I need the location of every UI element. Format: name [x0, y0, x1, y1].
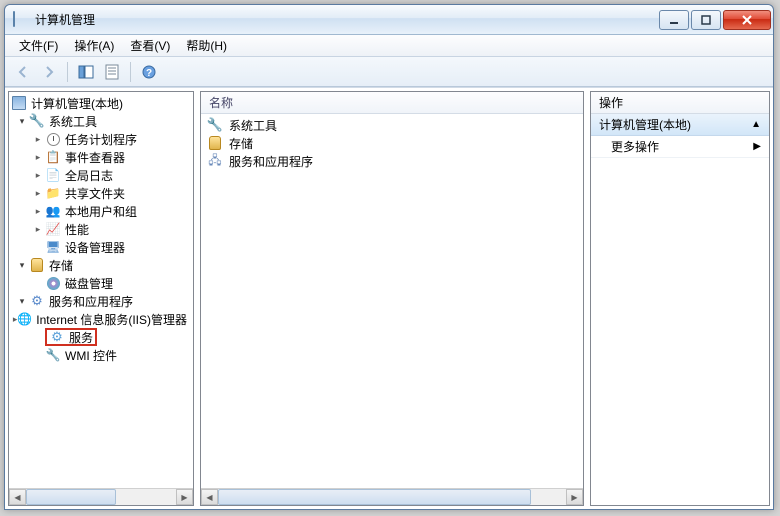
actions-more[interactable]: 更多操作 ▶ [591, 136, 769, 158]
toolbar-separator [67, 62, 68, 82]
scroll-left-arrow[interactable]: ◀ [201, 489, 218, 505]
tree-shared-label: 共享文件夹 [65, 185, 125, 202]
menubar: 文件(F) 操作(A) 查看(V) 帮助(H) [5, 35, 773, 57]
tree-event-label: 事件查看器 [65, 149, 125, 166]
tree-shared[interactable]: 📁 共享文件夹 [9, 184, 193, 202]
tree-perf-label: 性能 [65, 221, 89, 238]
tree-pane: 计算机管理(本地) 🔧 系统工具 任务计划程序 📋 事件查看器 [8, 91, 194, 506]
list-body[interactable]: 🔧 系统工具 存储 🖧 服务和应用程序 [201, 114, 583, 488]
tree-diskmgmt-label: 磁盘管理 [65, 275, 113, 292]
menu-action[interactable]: 操作(A) [66, 35, 122, 56]
window-frame: 计算机管理 文件(F) 操作(A) 查看(V) 帮助(H) [4, 4, 774, 510]
device-icon: 🖥 [45, 239, 61, 255]
tree-logs[interactable]: 📄 全局日志 [9, 166, 193, 184]
tree-iis[interactable]: 🌐 Internet 信息服务(IIS)管理器 [9, 310, 193, 328]
client-area: 计算机管理(本地) 🔧 系统工具 任务计划程序 📋 事件查看器 [5, 87, 773, 509]
help-button[interactable]: ? [137, 60, 161, 84]
share-icon: 📁 [45, 185, 61, 201]
column-name-label: 名称 [209, 94, 233, 111]
list-hscrollbar[interactable]: ◀ ▶ [201, 488, 583, 505]
app-icon [13, 12, 29, 28]
tree-users-label: 本地用户和组 [65, 203, 137, 220]
tree-storage-label: 存储 [49, 257, 73, 274]
tree-storage[interactable]: 存储 [9, 256, 193, 274]
highlight-box: ⚙ 服务 [45, 328, 97, 346]
menu-file[interactable]: 文件(F) [11, 35, 66, 56]
actions-pane-header: 操作 [591, 92, 769, 114]
computer-icon [11, 95, 27, 111]
server-icon: 🖧 [207, 153, 223, 169]
event-icon: 📋 [45, 149, 61, 165]
titlebar[interactable]: 计算机管理 [5, 5, 773, 35]
nav-back-button[interactable] [11, 60, 35, 84]
gear-icon: ⚙ [29, 293, 45, 309]
scroll-right-arrow[interactable]: ▶ [566, 489, 583, 505]
menu-help[interactable]: 帮助(H) [178, 35, 235, 56]
tree-root-label: 计算机管理(本地) [31, 95, 123, 112]
list-item-label: 服务和应用程序 [229, 153, 313, 170]
list-item-label: 存储 [229, 135, 253, 152]
close-button[interactable] [723, 10, 771, 30]
storage-icon [29, 257, 45, 273]
submenu-arrow-icon: ▶ [753, 141, 761, 152]
list-item[interactable]: 🔧 系统工具 [201, 116, 583, 134]
wmi-icon: 🔧 [45, 347, 61, 363]
wrench-icon: 🔧 [207, 117, 223, 133]
storage-icon [207, 135, 223, 151]
tree-scheduler-label: 任务计划程序 [65, 131, 137, 148]
toolbar: ? [5, 57, 773, 87]
scroll-right-arrow[interactable]: ▶ [176, 489, 193, 505]
wrench-icon: 🔧 [29, 113, 45, 129]
tree-systools-label: 系统工具 [49, 113, 97, 130]
tree-iis-label: Internet 信息服务(IIS)管理器 [36, 311, 187, 328]
list-item-label: 系统工具 [229, 117, 277, 134]
tree-device[interactable]: 🖥 设备管理器 [9, 238, 193, 256]
maximize-button[interactable] [691, 10, 721, 30]
actions-section[interactable]: 计算机管理(本地) ▲ [591, 114, 769, 136]
nav-forward-button[interactable] [37, 60, 61, 84]
tree-wmi-label: WMI 控件 [65, 347, 117, 364]
tree-services-apps[interactable]: ⚙ 服务和应用程序 [9, 292, 193, 310]
tree-hscrollbar[interactable]: ◀ ▶ [9, 488, 193, 505]
tree-wmi[interactable]: 🔧 WMI 控件 [9, 346, 193, 364]
toolbar-separator [130, 62, 131, 82]
list-column-header[interactable]: 名称 [201, 92, 583, 114]
collapse-arrow-icon: ▲ [751, 119, 761, 130]
properties-button[interactable] [100, 60, 124, 84]
tree-services[interactable]: ⚙ 服务 [9, 328, 193, 346]
service-icon: ⚙ [49, 329, 65, 345]
tree-services-apps-label: 服务和应用程序 [49, 293, 133, 310]
minimize-button[interactable] [659, 10, 689, 30]
tree-services-label: 服务 [69, 329, 93, 346]
svg-text:?: ? [146, 68, 152, 79]
actions-pane: 操作 计算机管理(本地) ▲ 更多操作 ▶ [590, 91, 770, 506]
tree-systools[interactable]: 🔧 系统工具 [9, 112, 193, 130]
tree-device-label: 设备管理器 [65, 239, 125, 256]
tree-event[interactable]: 📋 事件查看器 [9, 148, 193, 166]
chart-icon: 📈 [45, 221, 61, 237]
tree-view[interactable]: 计算机管理(本地) 🔧 系统工具 任务计划程序 📋 事件查看器 [9, 92, 193, 488]
tree-scheduler[interactable]: 任务计划程序 [9, 130, 193, 148]
iis-icon: 🌐 [17, 311, 32, 327]
actions-header-label: 操作 [599, 94, 623, 111]
scroll-left-arrow[interactable]: ◀ [9, 489, 26, 505]
clock-icon [45, 131, 61, 147]
users-icon: 👥 [45, 203, 61, 219]
list-pane: 名称 🔧 系统工具 存储 🖧 服务和应用程序 ◀ ▶ [200, 91, 584, 506]
tree-diskmgmt[interactable]: 磁盘管理 [9, 274, 193, 292]
tree-users[interactable]: 👥 本地用户和组 [9, 202, 193, 220]
actions-more-label: 更多操作 [611, 138, 659, 155]
window-title: 计算机管理 [35, 11, 657, 28]
list-item[interactable]: 存储 [201, 134, 583, 152]
disk-icon [45, 275, 61, 291]
log-icon: 📄 [45, 167, 61, 183]
menu-view[interactable]: 查看(V) [122, 35, 178, 56]
tree-perf[interactable]: 📈 性能 [9, 220, 193, 238]
tree-root[interactable]: 计算机管理(本地) [9, 94, 193, 112]
actions-section-label: 计算机管理(本地) [599, 116, 691, 133]
tree-logs-label: 全局日志 [65, 167, 113, 184]
list-item[interactable]: 🖧 服务和应用程序 [201, 152, 583, 170]
show-hide-tree-button[interactable] [74, 60, 98, 84]
